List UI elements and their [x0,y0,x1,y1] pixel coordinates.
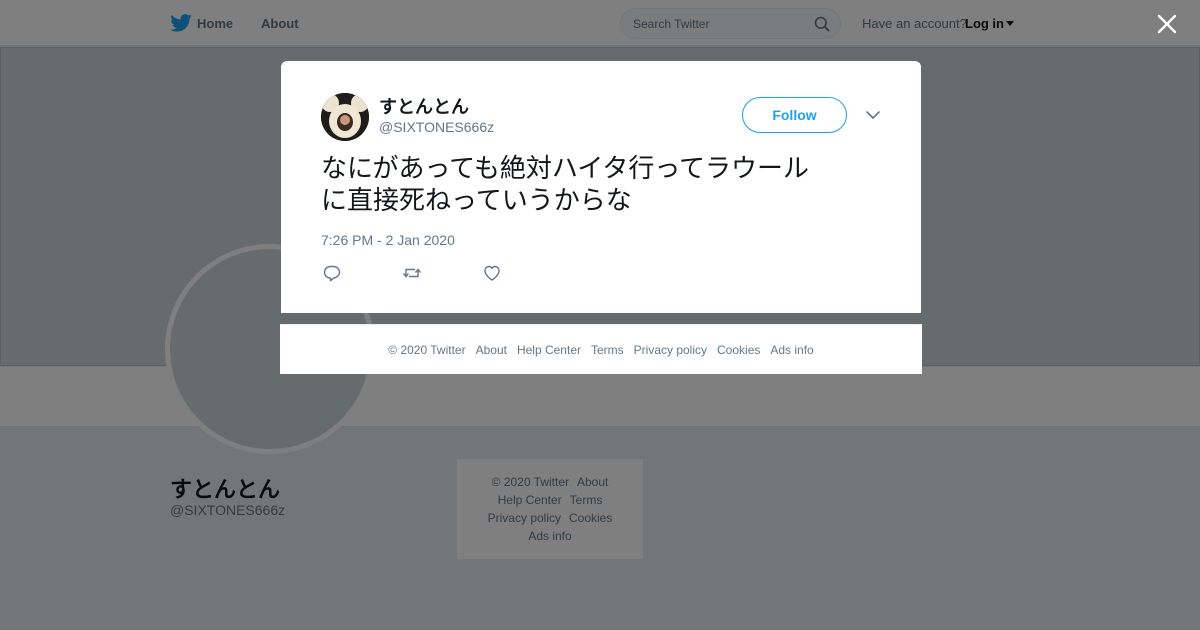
footer-terms-link[interactable]: Terms [591,343,624,357]
heart-icon[interactable] [482,263,502,283]
author-handle[interactable]: @SIXTONES666z [379,119,494,135]
footer-cookies-link[interactable]: Cookies [717,343,760,357]
chevron-down-icon[interactable] [865,108,881,122]
tweet-text-line: なにがあっても絶対ハイタ行ってラウール [321,154,810,184]
author-avatar[interactable] [321,93,369,141]
tweet-card: すとんとん @SIXTONES666z Follow なにがあっても絶対ハイタ行… [281,61,921,313]
modal-footer: © 2020 Twitter About Help Center Terms P… [280,324,922,374]
follow-button[interactable]: Follow [742,97,847,133]
footer-about-link[interactable]: About [476,343,507,357]
author-name[interactable]: すとんとん [379,93,469,119]
retweet-icon[interactable] [402,263,422,283]
tweet-text: なにがあっても絶対ハイタ行ってラウール に直接死ねっていうからな [321,153,881,217]
tweet-timestamp[interactable]: 7:26 PM - 2 Jan 2020 [321,232,455,248]
footer-help-center-link[interactable]: Help Center [517,343,581,357]
footer-copyright: © 2020 Twitter [388,342,466,357]
tweet-text-line: に直接死ねっていうからな [321,186,632,216]
close-icon[interactable] [1155,12,1179,36]
avatar-image [321,93,369,141]
reply-icon[interactable] [322,263,342,283]
footer-ads-info-link[interactable]: Ads info [770,343,813,357]
footer-privacy-link[interactable]: Privacy policy [634,343,707,357]
